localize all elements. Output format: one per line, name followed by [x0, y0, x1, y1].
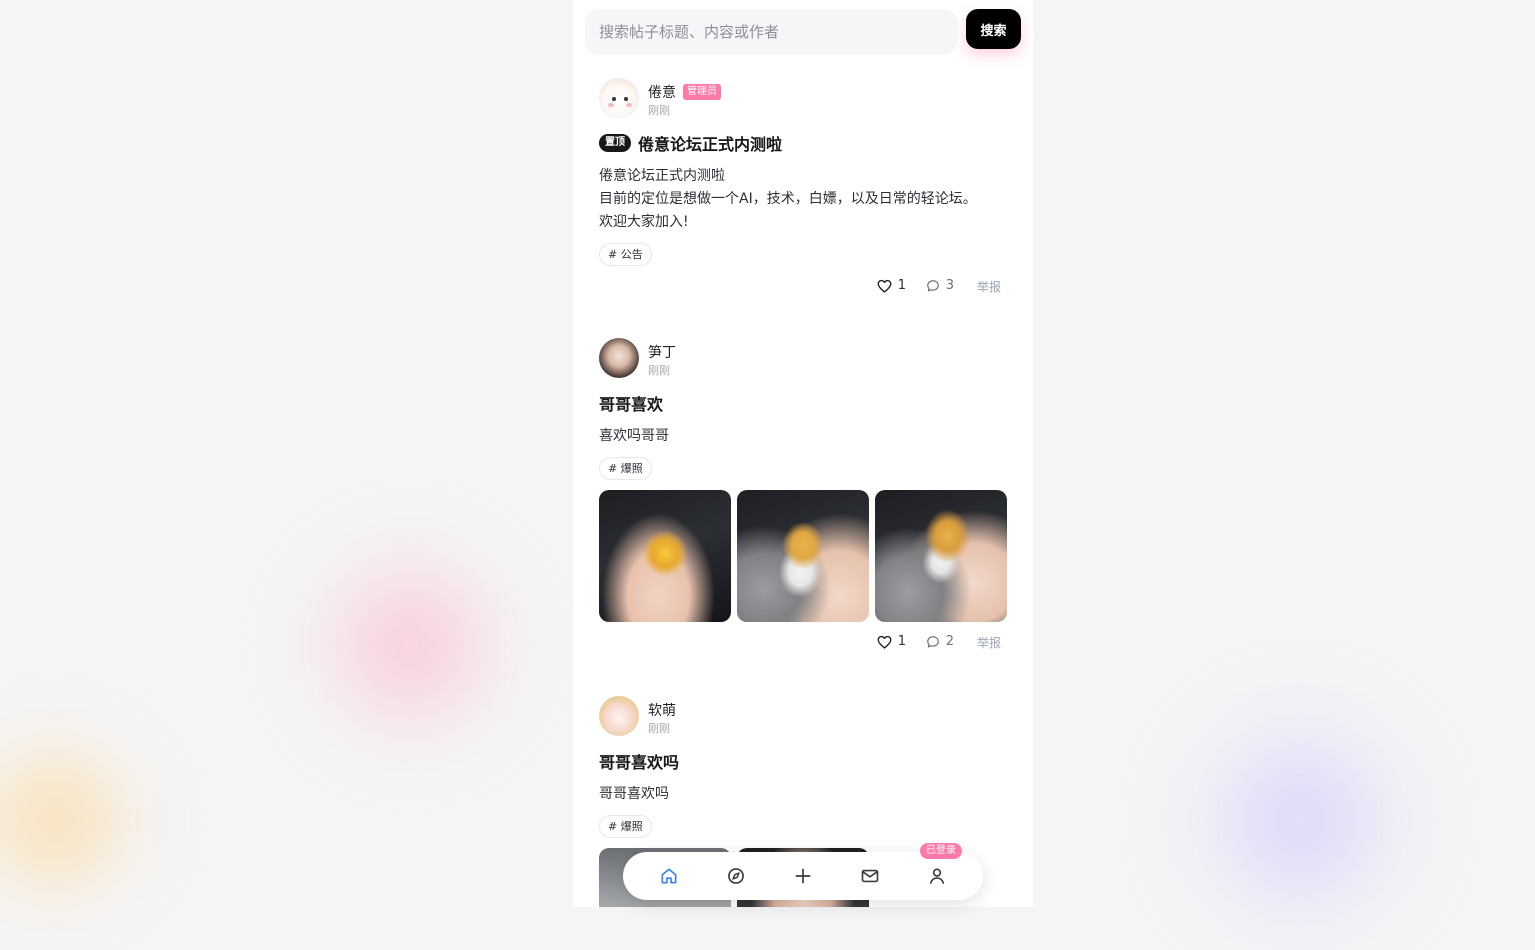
- post-tag[interactable]: # 公告: [599, 243, 652, 266]
- avatar[interactable]: [599, 696, 639, 736]
- post-time: 刚刚: [648, 104, 670, 117]
- post-actions: 1 3 举报: [599, 278, 1007, 298]
- author-row: 倦意 管理员: [648, 82, 721, 102]
- post-image[interactable]: [875, 490, 1007, 622]
- author-name[interactable]: 笋丁: [648, 342, 676, 362]
- post-header: 倦意 管理员 刚刚: [599, 78, 1007, 118]
- explore-icon: [727, 868, 744, 884]
- report-link[interactable]: 举报: [977, 634, 1001, 651]
- login-status-badge: 已登录: [920, 843, 962, 859]
- comment-count: 3: [945, 278, 954, 293]
- author-name[interactable]: 倦意: [648, 82, 676, 102]
- post-feed[interactable]: 搜索 倦意 管理员 刚刚 置顶 倦意论坛正式内测啦 倦意论坛正式内测啦 目前的定…: [573, 0, 1033, 907]
- post-title-row[interactable]: 哥哥喜欢: [599, 392, 1007, 414]
- post-card[interactable]: 笋丁 刚刚 哥哥喜欢 喜欢吗哥哥 # 爆照 1 2 举报: [599, 338, 1007, 654]
- comment-icon: [926, 635, 939, 648]
- search-bar: 搜索: [585, 9, 1021, 55]
- post-body: 喜欢吗哥哥: [599, 425, 1007, 448]
- like-count: 1: [897, 278, 906, 293]
- post-body-line: 喜欢吗哥哥: [599, 428, 669, 444]
- nav-home[interactable]: [651, 858, 687, 894]
- comment-icon: [926, 279, 939, 292]
- bottom-nav: [623, 852, 983, 900]
- post-body-line: 欢迎大家加入!: [599, 214, 689, 230]
- background-orange-glow: [0, 720, 170, 920]
- post-title-row[interactable]: 置顶 倦意论坛正式内测啦: [599, 132, 1007, 154]
- pinned-badge: 置顶: [599, 134, 631, 152]
- avatar[interactable]: [599, 78, 639, 118]
- admin-badge: 管理员: [683, 84, 721, 100]
- author-name[interactable]: 软萌: [648, 700, 676, 720]
- nav-messages[interactable]: [852, 858, 888, 894]
- like-count: 1: [897, 634, 906, 649]
- mail-icon: [861, 869, 879, 883]
- comment-button[interactable]: 2: [926, 634, 954, 649]
- post-body: 倦意论坛正式内测啦 目前的定位是想做一个AI，技术，白嫖，以及日常的轻论坛。 欢…: [599, 165, 1007, 234]
- home-icon: [661, 868, 677, 884]
- post-title[interactable]: 倦意论坛正式内测啦: [638, 131, 782, 155]
- search-input[interactable]: [585, 9, 957, 55]
- post-card[interactable]: 倦意 管理员 刚刚 置顶 倦意论坛正式内测啦 倦意论坛正式内测啦 目前的定位是想…: [599, 78, 1007, 298]
- post-tag[interactable]: # 爆照: [599, 815, 652, 838]
- comment-count: 2: [945, 634, 954, 649]
- author-row: 笋丁: [648, 342, 676, 362]
- post-title[interactable]: 哥哥喜欢吗: [599, 749, 679, 773]
- comment-button[interactable]: 3: [926, 278, 954, 293]
- avatar[interactable]: [599, 338, 639, 378]
- like-button[interactable]: 1: [877, 278, 906, 293]
- heart-icon: [877, 279, 892, 293]
- plus-icon: [795, 868, 811, 884]
- post-tag[interactable]: # 爆照: [599, 457, 652, 480]
- post-time: 刚刚: [648, 364, 670, 377]
- report-link[interactable]: 举报: [977, 278, 1001, 295]
- post-actions: 1 2 举报: [599, 634, 1007, 654]
- post-body-line: 目前的定位是想做一个AI，技术，白嫖，以及日常的轻论坛。: [599, 191, 977, 207]
- post-image[interactable]: [737, 490, 869, 622]
- post-time: 刚刚: [648, 722, 670, 735]
- post-images: [599, 490, 1007, 622]
- background-purple-glow: [1170, 690, 1430, 950]
- search-button[interactable]: 搜索: [966, 9, 1021, 49]
- post-body-line: 哥哥喜欢吗: [599, 786, 669, 802]
- post-body-line: 倦意论坛正式内测啦: [599, 168, 725, 184]
- post-header: 软萌 刚刚: [599, 696, 1007, 736]
- author-row: 软萌: [648, 700, 676, 720]
- post-body: 哥哥喜欢吗: [599, 783, 1007, 806]
- background-pink-glow: [290, 530, 530, 760]
- post-title[interactable]: 哥哥喜欢: [599, 391, 663, 415]
- like-button[interactable]: 1: [877, 634, 906, 649]
- nav-create[interactable]: [785, 858, 821, 894]
- post-header: 笋丁 刚刚: [599, 338, 1007, 378]
- post-title-row[interactable]: 哥哥喜欢吗: [599, 750, 1007, 772]
- nav-explore[interactable]: [718, 858, 754, 894]
- user-icon: [930, 868, 945, 884]
- nav-profile[interactable]: [919, 858, 955, 894]
- post-image[interactable]: [599, 490, 731, 622]
- heart-icon: [877, 635, 892, 649]
